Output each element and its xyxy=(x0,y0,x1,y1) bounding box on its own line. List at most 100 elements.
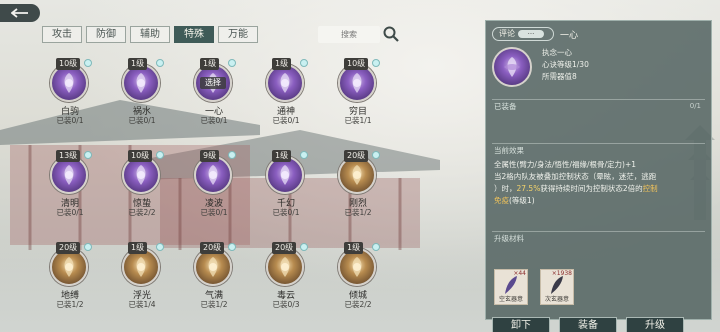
skill-item[interactable]: 9级 凌波 已装0/1 xyxy=(186,150,242,220)
effect-line: ）时，27.5%获得持续时间为控制状态2倍的控制 xyxy=(494,184,658,193)
upgrade-available-icon xyxy=(300,151,308,159)
skill-emblem-icon xyxy=(280,165,290,185)
skill-item[interactable]: 1级 浮光 已装1/4 xyxy=(114,242,170,312)
skill-item[interactable]: 1级 祸水 已装0/1 xyxy=(114,58,170,128)
tab-universal[interactable]: 万能 xyxy=(218,26,258,43)
skill-emblem-icon xyxy=(280,257,290,277)
equipped-status: 已装1/2 xyxy=(200,300,228,309)
equipped-status: 已装0/1 xyxy=(200,208,228,217)
upgrade-button[interactable]: 升级 xyxy=(626,317,684,332)
skill-emblem-icon xyxy=(64,73,74,93)
divider xyxy=(492,99,705,100)
effect-line: 全属性(臂力/身法/悟性/福缘/根骨/定力)+1 xyxy=(494,160,637,169)
search-input[interactable]: 搜索 xyxy=(318,26,380,43)
level-badge: 1级 xyxy=(128,58,148,70)
unload-button[interactable]: 卸下 xyxy=(492,317,550,332)
tab-special[interactable]: 特殊 xyxy=(174,26,214,43)
level-badge: 1级 xyxy=(344,242,364,254)
skill-emblem-icon xyxy=(280,73,290,93)
equipped-status: 已装0/1 xyxy=(272,208,300,217)
equipped-status: 已装0/1 xyxy=(128,116,156,125)
skill-item[interactable]: 20级 毒云 已装0/3 xyxy=(258,242,314,312)
equipped-status: 已装0/1 xyxy=(272,116,300,125)
skill-emblem-icon xyxy=(352,165,362,185)
upgrade-available-icon xyxy=(228,59,236,67)
upgrade-available-icon xyxy=(372,243,380,251)
tab-attack[interactable]: 攻击 xyxy=(42,26,82,43)
skill-emblem-icon xyxy=(208,165,218,185)
skill-emblem-icon xyxy=(136,73,146,93)
selected-skill-icon xyxy=(492,47,532,87)
level-badge: 20级 xyxy=(56,242,81,254)
game-screen: 攻击 防御 辅助 特殊 万能 搜索 10级 白驹 已装0/1 1级 祸水 已装0/1 1级选… xyxy=(0,0,720,332)
upgrade-available-icon xyxy=(372,151,380,159)
panel-title: 一心 xyxy=(560,31,579,41)
category-tabs: 攻击 防御 辅助 特殊 万能 xyxy=(42,26,258,43)
skill-emblem-icon xyxy=(64,165,74,185)
skill-emblem-icon xyxy=(352,73,362,93)
upgrade-available-icon xyxy=(300,243,308,251)
equipped-count: 0/1 xyxy=(689,102,701,110)
divider xyxy=(492,143,705,144)
skill-item[interactable]: 1级 选择 一心 已装0/1 xyxy=(186,58,242,128)
upgrade-material-label: 升级材料 xyxy=(494,234,524,243)
equipped-status: 已装0/1 xyxy=(200,116,228,125)
skill-grid: 10级 白驹 已装0/1 1级 祸水 已装0/1 1级 选择 一心 已装0/1 1级 通神 已装0/1 1… xyxy=(42,58,402,318)
search-icon[interactable] xyxy=(382,25,400,43)
equipped-status: 已装2/2 xyxy=(128,208,156,217)
equipped-status: 已装0/1 xyxy=(56,208,84,217)
skill-item[interactable]: 20级 地缚 已装1/2 xyxy=(42,242,98,312)
more-options-icon[interactable]: ··· xyxy=(518,30,544,38)
skill-item[interactable]: 20级 气满 已装1/2 xyxy=(186,242,242,312)
level-badge: 1级 xyxy=(272,58,292,70)
skill-emblem-icon xyxy=(64,257,74,277)
upgrade-available-icon xyxy=(372,59,380,67)
level-badge: 10级 xyxy=(344,58,369,70)
back-arrow-icon xyxy=(11,8,28,18)
level-badge: 9级 xyxy=(200,150,220,162)
upgrade-available-icon xyxy=(84,59,92,67)
upgrade-available-icon xyxy=(84,243,92,251)
level-badge: 10级 xyxy=(56,58,81,70)
skill-item[interactable]: 1级 倾城 已装2/2 xyxy=(330,242,386,312)
skill-cost-line: 所需器值8 xyxy=(542,72,577,81)
level-badge: 10级 xyxy=(128,150,153,162)
upgrade-available-icon xyxy=(156,243,164,251)
feather-icon xyxy=(505,276,517,294)
upgrade-available-icon xyxy=(156,59,164,67)
selected-label: 选择 xyxy=(200,77,226,89)
tab-defense[interactable]: 防御 xyxy=(86,26,126,43)
skill-emblem-icon xyxy=(208,257,218,277)
skill-emblem-icon xyxy=(136,257,146,277)
skill-item[interactable]: 10级 白驹 已装0/1 xyxy=(42,58,98,128)
material-slot[interactable]: ×44 空玄器意 xyxy=(494,269,528,305)
skill-item[interactable]: 10级 穷目 已装1/1 xyxy=(330,58,386,128)
equipped-status: 已装2/2 xyxy=(344,300,372,309)
skill-item[interactable]: 1级 千幻 已装0/1 xyxy=(258,150,314,220)
upgrade-available-icon xyxy=(300,59,308,67)
effect-line: 当2格内队友被叠加控制状态（晕眩，迷茫，逃跑 xyxy=(494,172,657,181)
upgrade-available-icon xyxy=(84,151,92,159)
level-badge: 1级 xyxy=(128,242,148,254)
equipped-status: 已装1/2 xyxy=(56,300,84,309)
material-slot[interactable]: ×1938 次玄器意 xyxy=(540,269,574,305)
level-badge: 1级 xyxy=(200,58,220,70)
effect-label: 当前效果 xyxy=(494,146,524,155)
back-button[interactable] xyxy=(0,4,40,22)
effect-description: 全属性(臂力/身法/悟性/福缘/根骨/定力)+1 当2格内队友被叠加控制状态（晕… xyxy=(494,159,704,207)
equipped-status: 已装1/2 xyxy=(344,208,372,217)
effect-line: 免疫(等级1) xyxy=(494,196,535,205)
skill-item[interactable]: 10级 惊蛰 已装2/2 xyxy=(114,150,170,220)
equipped-label: 已装备 xyxy=(494,102,517,111)
skill-name-line: 执念一心 xyxy=(542,48,572,57)
level-badge: 1级 xyxy=(272,150,292,162)
tab-support[interactable]: 辅助 xyxy=(130,26,170,43)
skill-item[interactable]: 1级 通神 已装0/1 xyxy=(258,58,314,128)
skill-emblem-icon xyxy=(136,165,146,185)
skill-item[interactable]: 20级 刚烈 已装1/2 xyxy=(330,150,386,220)
equip-button[interactable]: 装备 xyxy=(559,317,617,332)
skill-level-line: 心诀等级1/30 xyxy=(542,60,589,69)
skill-item[interactable]: 13级 清明 已装0/1 xyxy=(42,150,98,220)
feather-icon xyxy=(551,276,563,294)
skill-emblem-icon xyxy=(352,257,362,277)
